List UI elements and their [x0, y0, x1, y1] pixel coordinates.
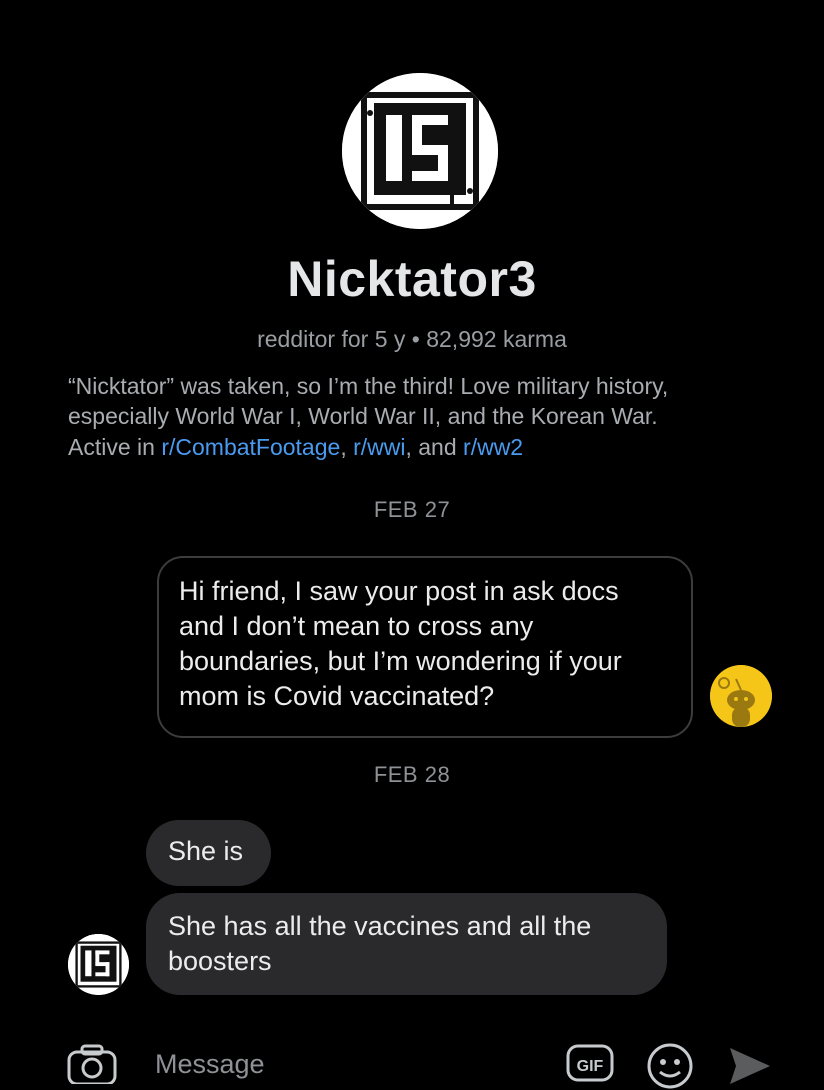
message-composer: GIF — [0, 1030, 824, 1089]
community-link-combatfootage[interactable]: r/CombatFootage — [161, 434, 340, 460]
separator: , and — [405, 434, 464, 460]
profile-active-in: Active in r/CombatFootage, r/wwi, and r/… — [68, 434, 523, 461]
message-bubble-received[interactable]: She has all the vaccines and all the boo… — [146, 893, 667, 995]
community-link-wwi[interactable]: r/wwi — [353, 434, 405, 460]
separator: , — [340, 434, 354, 460]
user-avatar-snoo[interactable] — [710, 665, 772, 727]
date-separator: FEB 28 — [373, 762, 451, 787]
message-bubble-received[interactable]: She is — [146, 820, 271, 886]
profile-avatar[interactable] — [342, 73, 498, 229]
profile-username: Nicktator3 — [287, 251, 537, 307]
send-icon[interactable] — [728, 1046, 772, 1086]
gif-icon[interactable]: GIF — [566, 1042, 614, 1082]
date-separator: FEB 27 — [373, 497, 451, 522]
message-input[interactable] — [155, 1044, 535, 1084]
profile-bio: “Nicktator” was taken, so I’m the third!… — [68, 373, 669, 429]
active-in-label: Active in — [68, 434, 162, 460]
emoji-icon[interactable] — [646, 1042, 694, 1090]
community-link-ww2[interactable]: r/ww2 — [463, 434, 523, 460]
profile-meta: redditor for 5 y • 82,992 karma — [257, 326, 567, 352]
message-bubble-sent[interactable]: Hi friend, I saw your post in ask docs a… — [157, 556, 693, 738]
gif-label: GIF — [577, 1058, 604, 1075]
camera-icon[interactable] — [66, 1044, 118, 1084]
sender-avatar[interactable] — [68, 934, 129, 995]
